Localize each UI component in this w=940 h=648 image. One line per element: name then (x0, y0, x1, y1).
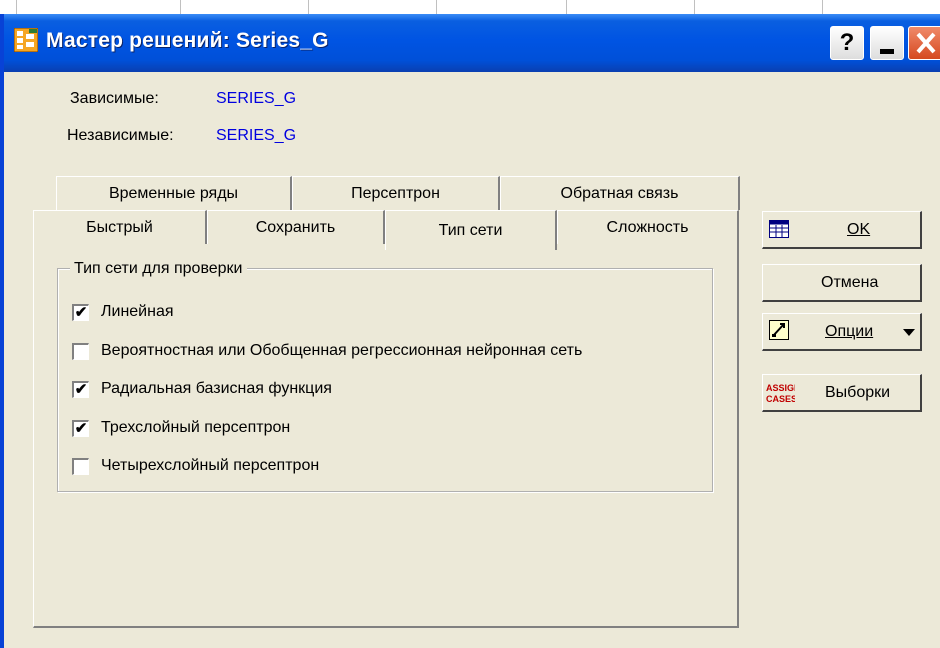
svg-text:CASES: CASES (766, 394, 795, 404)
checkbox-label: Радиальная базисная функция (101, 380, 332, 397)
checkbox-radial-basis[interactable]: ✔ Радиальная базисная функция (72, 378, 332, 400)
tab-network-type[interactable]: Тип сети (385, 210, 557, 250)
ok-button[interactable]: OK (762, 211, 922, 249)
options-button[interactable]: Опции (762, 313, 922, 351)
dependent-value: SERIES_G (216, 90, 297, 107)
svg-text:ASSIGN: ASSIGN (766, 383, 795, 393)
options-icon (769, 320, 789, 340)
checkbox-probabilistic-grnn[interactable]: Вероятностная или Обобщенная регрессионн… (72, 340, 582, 362)
tab-feedback[interactable]: Обратная связь (500, 176, 740, 210)
table-icon (769, 220, 789, 238)
window-title: Мастер решений: Series_G (46, 29, 329, 52)
cancel-button[interactable]: Отмена (762, 264, 922, 302)
assign-cases-icon: ASSIGN CASES (766, 383, 795, 404)
tab-save[interactable]: Сохранить (207, 210, 385, 244)
checkbox-label: Трехслойный персептрон (101, 419, 291, 436)
options-button-label: Опции (825, 323, 874, 340)
checkbox-label: Четырехслойный персептрон (101, 457, 320, 474)
close-icon (916, 32, 936, 54)
checkbox-four-layer-perceptron[interactable]: Четырехслойный персептрон (72, 455, 319, 477)
checkbox-label: Вероятностная или Обобщенная регрессионн… (101, 342, 583, 359)
checkbox-three-layer-perceptron[interactable]: ✔ Трехслойный персептрон (72, 417, 290, 439)
help-button[interactable]: ? (830, 26, 864, 60)
independent-value: SERIES_G (216, 127, 297, 144)
independent-label: Независимые: (67, 127, 174, 144)
checkbox-box[interactable]: ✔ (72, 380, 89, 398)
groupbox-title: Тип сети для проверки (70, 260, 247, 278)
checkbox-label: Линейная (101, 303, 174, 320)
checkbox-box[interactable]: ✔ (72, 303, 89, 321)
dropdown-arrow-icon (903, 329, 915, 336)
checkbox-box[interactable] (72, 457, 89, 475)
tab-quick[interactable]: Быстрый (33, 210, 207, 244)
tab-complexity[interactable]: Сложность (557, 210, 739, 244)
title-bar[interactable]: Мастер решений: Series_G ? (4, 14, 940, 72)
ok-button-label: OK (847, 221, 871, 238)
tab-time-series[interactable]: Временные ряды (56, 176, 292, 210)
tab-perceptron[interactable]: Персептрон (292, 176, 500, 210)
minimize-button[interactable] (870, 26, 904, 60)
close-button[interactable] (908, 26, 940, 60)
app-icon (14, 28, 38, 52)
checkbox-box[interactable] (72, 342, 89, 360)
samples-button-label: Выборки (825, 384, 891, 401)
checkbox-linear[interactable]: ✔ Линейная (72, 301, 174, 323)
samples-button[interactable]: ASSIGN CASES Выборки (762, 374, 922, 412)
background-window-strip (0, 0, 940, 15)
checkbox-box[interactable]: ✔ (72, 419, 89, 437)
cancel-button-label: Отмена (821, 274, 879, 291)
dependent-label: Зависимые: (70, 90, 159, 107)
